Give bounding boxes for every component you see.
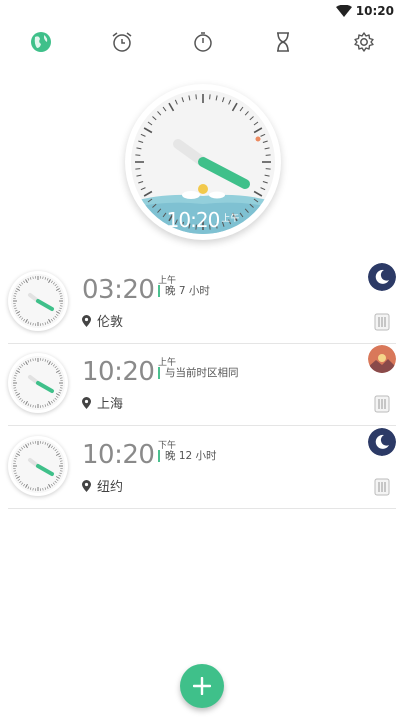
- tab-bar: [0, 28, 404, 56]
- globe-icon: [31, 32, 51, 52]
- delete-icon[interactable]: [374, 313, 390, 331]
- delete-icon[interactable]: [374, 395, 390, 413]
- status-bar: 10:20: [0, 0, 404, 24]
- city-name: 伦敦: [97, 315, 124, 330]
- city-name: 纽约: [97, 480, 124, 495]
- city-time-diff: 晚 12 小时: [158, 450, 217, 462]
- alarm-clock-icon: [112, 32, 132, 52]
- location-pin-icon: [82, 396, 91, 409]
- plus-icon: [193, 677, 211, 695]
- main-clock-time: 10:20 上午: [125, 208, 281, 232]
- city-row[interactable]: 10:20 下午 晚 12 小时 纽约: [8, 428, 396, 509]
- main-clock-ampm: 上午: [221, 214, 240, 224]
- city-location: 上海: [82, 393, 123, 412]
- city-name: 上海: [97, 397, 124, 412]
- location-pin-icon: [82, 314, 91, 327]
- city-location: 纽约: [82, 476, 123, 495]
- tab-settings[interactable]: [350, 28, 378, 56]
- mini-clock: [8, 353, 68, 413]
- clock-tick: [209, 94, 211, 100]
- wifi-icon: [336, 5, 352, 17]
- location-pin-icon: [82, 479, 91, 492]
- night-icon: [368, 263, 396, 291]
- mini-clock: [8, 436, 68, 496]
- status-time: 10:20: [355, 4, 394, 18]
- tab-stopwatch[interactable]: [189, 28, 217, 56]
- city-time: 10:20: [82, 357, 155, 387]
- clock-tick: [135, 168, 141, 170]
- clock-tick: [195, 94, 197, 100]
- city-row[interactable]: 10:20 上午 与当前时区相同 上海: [8, 345, 396, 426]
- clock-tick: [135, 154, 141, 156]
- city-time: 10:20: [82, 440, 155, 470]
- tab-timer[interactable]: [269, 28, 297, 56]
- gear-icon: [354, 32, 374, 52]
- tab-world-clock[interactable]: [27, 28, 55, 56]
- tab-alarm[interactable]: [108, 28, 136, 56]
- main-clock-time-value: 10:20: [166, 208, 221, 232]
- city-row[interactable]: 03:20 上午 晚 7 小时 伦敦: [8, 263, 396, 344]
- city-time-diff: 晚 7 小时: [158, 285, 210, 297]
- stopwatch-icon: [194, 32, 212, 52]
- add-city-button[interactable]: [180, 664, 224, 708]
- clock-tick: [265, 168, 271, 170]
- sunset-icon: [368, 345, 396, 373]
- main-clock: 10:20 上午: [125, 84, 281, 240]
- city-location: 伦敦: [82, 311, 123, 330]
- city-time-diff: 与当前时区相同: [158, 367, 239, 379]
- city-time: 03:20: [82, 275, 155, 305]
- hourglass-icon: [277, 32, 289, 52]
- clock-tick: [265, 154, 271, 156]
- delete-icon[interactable]: [374, 478, 390, 496]
- mini-clock: [8, 271, 68, 331]
- night-icon: [368, 428, 396, 456]
